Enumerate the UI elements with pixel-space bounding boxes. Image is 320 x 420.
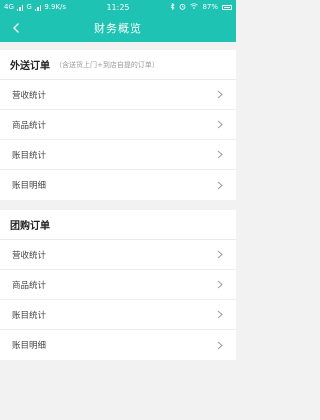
bluetooth-icon <box>170 2 175 12</box>
alarm-icon <box>179 3 186 12</box>
list-item-account-stats[interactable]: 账目统计 <box>0 140 236 170</box>
list-item-product-stats[interactable]: 商品统计 <box>0 110 236 140</box>
chevron-right-icon <box>216 180 224 190</box>
chevron-right-icon <box>216 250 224 260</box>
nav-bar: 财务概览 <box>0 14 236 42</box>
list-item-label: 商品统计 <box>12 120 47 131</box>
network-speed: 9.9K/s <box>44 3 67 11</box>
section-note: （含送货上门+到店自提的订单） <box>55 60 159 69</box>
section-header: 外送订单 （含送货上门+到店自提的订单） <box>0 50 236 80</box>
network-type: 4G <box>4 3 14 11</box>
status-left: 4G G 9.9K/s <box>4 3 66 11</box>
list-item-label: 营收统计 <box>12 250 47 261</box>
wifi-icon <box>190 3 199 11</box>
network-type-2: G <box>26 3 32 11</box>
chevron-left-icon <box>13 23 19 33</box>
list-item-label: 账目明细 <box>12 341 47 351</box>
list-item-label: 账目统计 <box>12 310 47 321</box>
list-item-label: 商品统计 <box>12 280 47 291</box>
signal-icon-2 <box>34 4 42 11</box>
list-item-account-details[interactable]: 账目明细 <box>0 170 236 200</box>
list-item-label: 营收统计 <box>12 90 47 101</box>
back-button[interactable] <box>8 20 24 36</box>
list-item-product-stats[interactable]: 商品统计 <box>0 270 236 300</box>
section-header: 团购订单 <box>0 210 236 240</box>
chevron-right-icon <box>216 120 224 130</box>
chevron-right-icon <box>216 280 224 290</box>
chevron-right-icon <box>216 310 224 320</box>
section-group-buy-orders: 团购订单 营收统计 商品统计 账目统计 账目明细 <box>0 210 236 360</box>
signal-icon <box>16 4 24 11</box>
status-bar: 4G G 9.9K/s 11:25 87% <box>0 0 236 14</box>
chevron-right-icon <box>216 150 224 160</box>
battery-icon <box>222 4 232 10</box>
list-item-label: 账目统计 <box>12 150 47 161</box>
list-item-revenue-stats[interactable]: 营收统计 <box>0 80 236 110</box>
list-item-account-details[interactable]: 账目明细 <box>0 330 236 360</box>
section-title: 外送订单 <box>10 61 50 72</box>
chevron-right-icon <box>216 340 224 350</box>
list-item-revenue-stats[interactable]: 营收统计 <box>0 240 236 270</box>
list-item-account-stats[interactable]: 账目统计 <box>0 300 236 330</box>
list-item-label: 账目明细 <box>12 181 47 191</box>
page-title: 财务概览 <box>94 22 142 35</box>
chevron-right-icon <box>216 90 224 100</box>
section-title: 团购订单 <box>10 221 50 232</box>
section-delivery-orders: 外送订单 （含送货上门+到店自提的订单） 营收统计 商品统计 账目统计 账目明细 <box>0 50 236 200</box>
status-right: 87% <box>170 2 232 12</box>
battery-percent: 87% <box>202 3 218 11</box>
